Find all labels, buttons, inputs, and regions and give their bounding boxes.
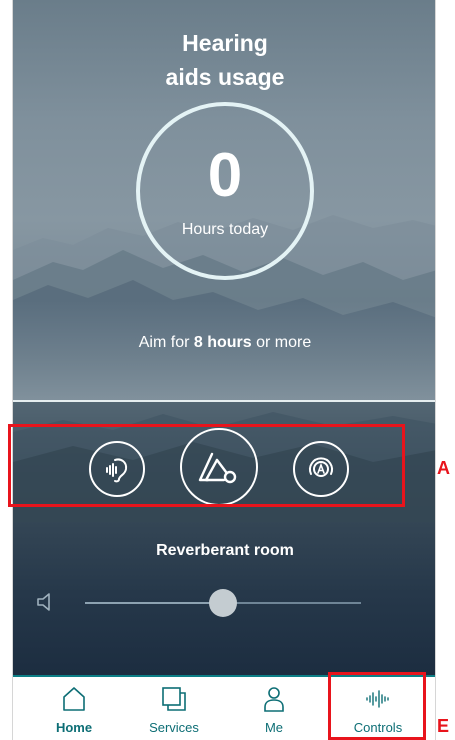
page: Hearing aids usage 0 Hours today Aim for… xyxy=(0,0,455,740)
nav-item-home[interactable]: Home xyxy=(39,677,109,740)
usage-hero: Hearing aids usage 0 Hours today Aim for… xyxy=(13,0,435,400)
person-icon xyxy=(264,687,284,712)
usage-hours-value: 0 xyxy=(207,141,243,210)
app-screen: Hearing aids usage 0 Hours today Aim for… xyxy=(12,0,436,740)
nav-item-me[interactable]: Me xyxy=(239,677,309,740)
nav-label-services: Services xyxy=(149,720,199,735)
nav-label-me: Me xyxy=(264,720,284,735)
current-program-name: Reverberant room xyxy=(156,542,294,559)
goal-prefix: Aim for xyxy=(138,334,194,351)
speaker-icon[interactable] xyxy=(35,590,59,614)
services-icon xyxy=(162,687,186,711)
title-line-2: aids usage xyxy=(165,64,285,90)
page-title: Hearing aids usage xyxy=(13,26,435,94)
usage-goal-text: Aim for 8 hours or more xyxy=(13,332,435,354)
title-line-1: Hearing xyxy=(182,30,268,56)
volume-slider-fill xyxy=(85,602,225,604)
usage-hours-caption: Hours today xyxy=(181,221,269,238)
goal-suffix: or more xyxy=(251,334,312,351)
home-icon xyxy=(63,687,85,711)
annotation-label-a: A xyxy=(437,458,450,478)
annotation-box-a xyxy=(8,424,405,507)
volume-slider-thumb[interactable] xyxy=(209,589,237,617)
annotation-label-e: E xyxy=(437,716,450,736)
nav-label-home: Home xyxy=(55,720,93,735)
goal-hours: 8 hours xyxy=(193,334,252,351)
annotation-box-e xyxy=(328,672,426,740)
nav-item-services[interactable]: Services xyxy=(139,677,209,740)
